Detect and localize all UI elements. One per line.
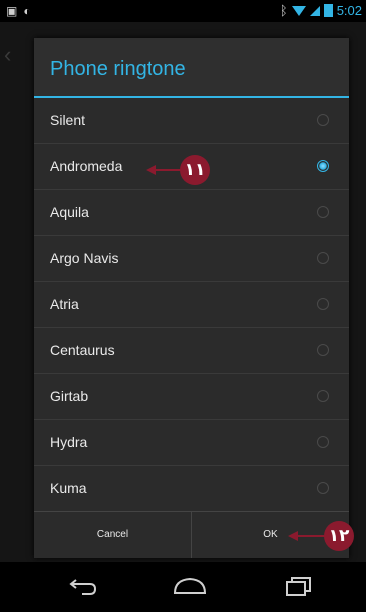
radio-button[interactable] (317, 482, 329, 494)
option-label: Kuma (50, 480, 87, 496)
ringtone-dialog: Phone ringtone Silent Andromeda Aquila A… (34, 38, 349, 558)
bluetooth-icon: ᛒ (279, 3, 288, 18)
status-time: 5:02 (336, 3, 362, 18)
wifi-icon (291, 5, 306, 16)
radio-button[interactable] (317, 114, 329, 126)
option-label: Andromeda (50, 158, 123, 174)
home-icon[interactable] (172, 576, 208, 602)
option-label: Aquila (50, 204, 89, 220)
ringtone-option-atria[interactable]: Atria (34, 282, 349, 328)
option-label: Girtab (50, 388, 89, 404)
option-label: Argo Navis (50, 250, 119, 266)
option-label: Atria (50, 296, 79, 312)
ringtone-option-girtab[interactable]: Girtab (34, 374, 349, 420)
gamepad-icon: ◐ (23, 4, 31, 18)
dialog-title: Phone ringtone (34, 38, 349, 98)
background-back-icon: ‹ (4, 42, 12, 67)
callout-step-11: ١١ (146, 155, 216, 185)
radio-button[interactable] (317, 344, 329, 356)
ringtone-option-silent[interactable]: Silent (34, 98, 349, 144)
navigation-bar (0, 562, 366, 612)
radio-button[interactable] (317, 252, 329, 264)
recents-icon[interactable] (284, 576, 314, 602)
cancel-button[interactable]: Cancel (34, 512, 191, 558)
option-label: Centaurus (50, 342, 115, 358)
ringtone-option-hydra[interactable]: Hydra (34, 420, 349, 466)
callout-badge: ١١ (180, 155, 210, 185)
option-label: Silent (50, 112, 86, 128)
radio-button[interactable] (317, 298, 329, 310)
callout-badge: ١٢ (324, 521, 354, 551)
ringtone-option-centaurus[interactable]: Centaurus (34, 328, 349, 374)
message-icon: ▣ (6, 4, 18, 18)
phone-screen: ▣ ◐ ᛒ 5:02 ‹ Phone ringtone Silent Andro… (0, 0, 366, 612)
back-icon[interactable] (68, 576, 98, 602)
radio-button[interactable] (317, 206, 329, 218)
signal-icon (309, 5, 320, 16)
radio-button[interactable] (317, 390, 329, 402)
status-left: ▣ ◐ (6, 4, 31, 18)
status-right: ᛒ 5:02 (280, 3, 362, 18)
radio-button[interactable] (317, 436, 329, 448)
option-label: Hydra (50, 434, 88, 450)
battery-icon (323, 4, 333, 17)
radio-button-selected[interactable] (317, 160, 329, 172)
status-bar: ▣ ◐ ᛒ 5:02 (0, 0, 366, 22)
ringtone-option-aquila[interactable]: Aquila (34, 190, 349, 236)
ringtone-option-argo-navis[interactable]: Argo Navis (34, 236, 349, 282)
ringtone-option-kuma[interactable]: Kuma (34, 466, 349, 512)
callout-step-12: ١٢ (288, 521, 360, 551)
